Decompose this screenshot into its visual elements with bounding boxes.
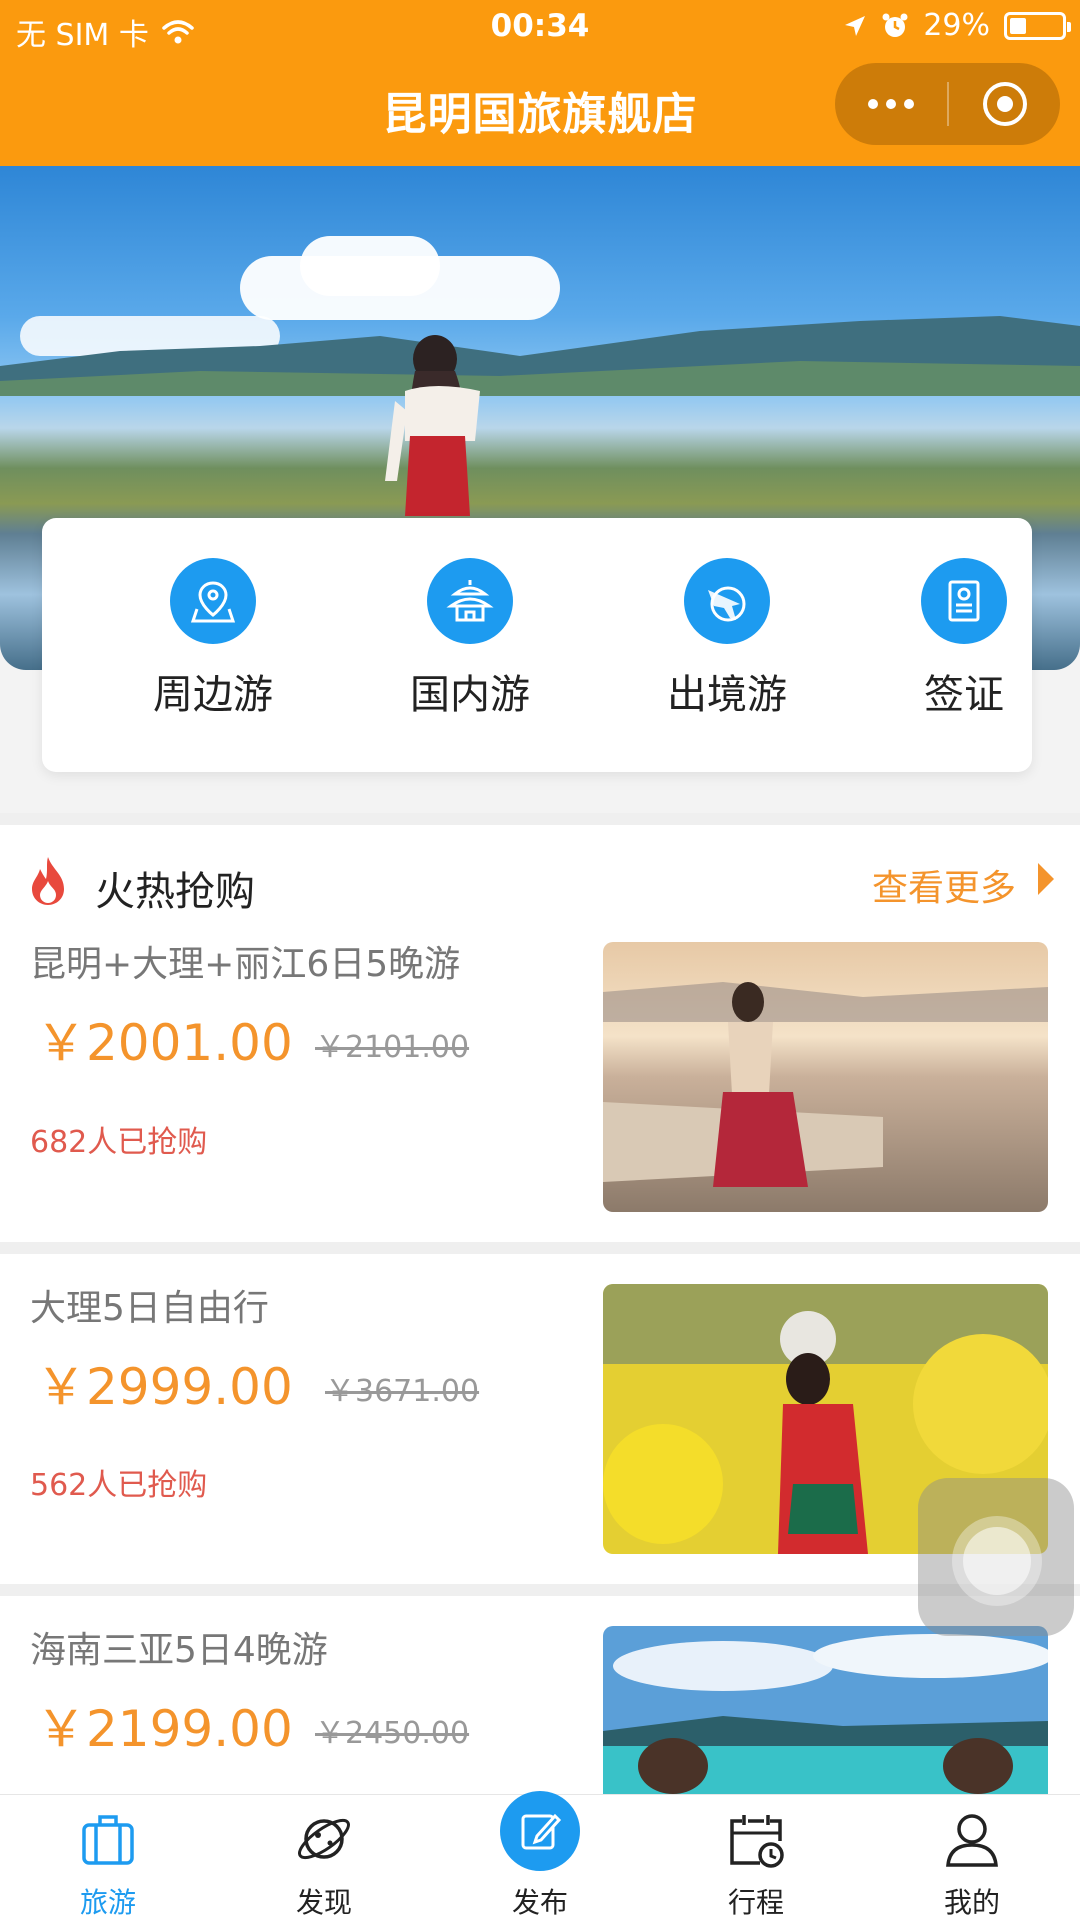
dot-icon (868, 99, 878, 109)
bottom-tab-bar: 旅游 发现 发布 行程 我的 (0, 1791, 1080, 1920)
product-name: 大理5日自由行 (30, 1288, 269, 1329)
target-icon (982, 82, 1027, 126)
chevron-right-icon[interactable] (1038, 863, 1054, 895)
category-label: 签证 (924, 672, 1004, 718)
tab-label: 发布 (511, 1886, 568, 1919)
product-original-price: ￥2101.00 (315, 1030, 470, 1065)
plane-globe-icon (684, 558, 770, 644)
battery-icon (1004, 11, 1071, 40)
product-price: ￥2999.00 (36, 1358, 293, 1416)
category-domestic[interactable]: 国内游 (370, 558, 570, 720)
map-pin-icon (170, 558, 256, 644)
tab-discover[interactable]: 发现 (216, 1795, 432, 1920)
tab-label: 旅游 (79, 1886, 136, 1919)
tab-travel[interactable]: 旅游 (0, 1795, 216, 1920)
more-menu-button[interactable] (835, 99, 947, 109)
tab-itinerary[interactable]: 行程 (648, 1795, 864, 1920)
miniprogram-capsule (835, 63, 1060, 145)
category-label: 出境游 (667, 672, 787, 718)
user-icon (946, 1814, 998, 1867)
app-root: 无 SIM 卡 00:34 29% 昆明国旅旗舰店 周边游 国内游 出境游 签证… (0, 0, 1080, 1920)
alarm-icon (882, 13, 908, 37)
product-price: ￥2001.00 (36, 1014, 293, 1072)
product-original-price: ￥3671.00 (325, 1374, 480, 1409)
tab-mine[interactable]: 我的 (864, 1795, 1080, 1920)
product-sold-count: 682人已抢购 (30, 1125, 208, 1160)
tab-label: 行程 (727, 1886, 784, 1919)
product-sold-count: 562人已抢购 (30, 1468, 208, 1503)
top-bar: 无 SIM 卡 00:34 29% 昆明国旅旗舰店 (0, 0, 1080, 166)
status-bar: 无 SIM 卡 00:34 29% (0, 0, 1080, 56)
passport-icon (921, 558, 1007, 644)
category-outbound[interactable]: 出境游 (627, 558, 827, 720)
location-arrow-icon (845, 15, 866, 36)
edit-icon (500, 1791, 580, 1871)
planet-icon (298, 1818, 350, 1860)
battery-text: 29% (923, 8, 990, 43)
dot-icon (904, 99, 914, 109)
mountain-image (0, 316, 1080, 396)
suitcase-icon (82, 1815, 134, 1865)
category-nearby[interactable]: 周边游 (113, 558, 313, 720)
product-price: ￥2199.00 (36, 1700, 293, 1758)
product-card[interactable]: 昆明+大理+丽江6日5晚游 ￥2001.00 ￥2101.00 682人已抢购 (0, 935, 1080, 1242)
fire-icon (32, 857, 64, 905)
product-image (603, 1626, 1048, 1794)
dot-icon (886, 99, 896, 109)
product-divider (0, 1242, 1080, 1254)
traveler-image (385, 335, 480, 516)
product-card[interactable]: 海南三亚5日4晚游 ￥2199.00 ￥2450.00 (0, 1596, 1080, 1794)
tab-publish[interactable]: 发布 (432, 1791, 648, 1920)
assistive-touch-button[interactable] (918, 1478, 1074, 1636)
hot-deals-header: 火热抢购 查看更多 (0, 825, 1080, 935)
temple-icon (427, 558, 513, 644)
category-visa[interactable]: 签证 (864, 558, 1064, 720)
category-label: 国内游 (410, 672, 530, 718)
calendar-clock-icon (730, 1815, 784, 1868)
tab-label: 我的 (943, 1886, 1000, 1919)
product-name: 昆明+大理+丽江6日5晚游 (30, 944, 461, 985)
close-miniprogram-button[interactable] (949, 82, 1060, 126)
product-name: 海南三亚5日4晚游 (30, 1630, 328, 1671)
section-divider (0, 813, 1080, 825)
product-image (603, 942, 1048, 1212)
status-right: 29% (843, 8, 1071, 43)
tab-label: 发现 (295, 1886, 352, 1919)
category-label: 周边游 (153, 672, 273, 718)
view-more-link[interactable]: 查看更多 (872, 859, 1016, 911)
section-title: 火热抢购 (95, 869, 255, 915)
product-original-price: ￥2450.00 (315, 1716, 470, 1751)
category-card: 周边游 国内游 出境游 签证 (42, 518, 1032, 772)
